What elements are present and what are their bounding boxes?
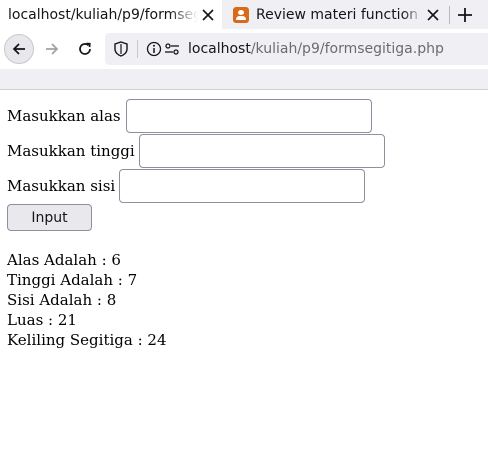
reload-button[interactable] [70, 34, 100, 64]
tab-review-materi[interactable]: Review materi function dan prosedur [223, 0, 447, 29]
result-tinggi: Tinggi Adalah : 7 [7, 271, 138, 289]
tinggi-label: Masukkan tinggi [7, 142, 135, 160]
arrow-right-icon [46, 43, 59, 55]
alas-label: Masukkan alas [7, 107, 121, 125]
address-bar[interactable]: localhost/kuliah/p9/formsegitiga.php [105, 33, 488, 65]
plus-icon [458, 8, 472, 22]
url-text[interactable]: localhost/kuliah/p9/formsegitiga.php [188, 41, 444, 57]
tinggi-row: Masukkan tinggi [7, 134, 477, 168]
tab-formsegitiga[interactable]: localhost/kuliah/p9/formsegitiga.php [0, 0, 222, 29]
result-alas: Alas Adalah : 6 [7, 251, 121, 269]
back-button[interactable] [4, 34, 34, 64]
sisi-input[interactable] [119, 169, 366, 203]
result-keliling: Keliling Segitiga : 24 [7, 331, 167, 349]
url-divider [137, 40, 138, 58]
new-tab-button[interactable] [452, 2, 478, 28]
tab-title: localhost/kuliah/p9/formsegitiga.php [8, 6, 198, 23]
alas-row: Masukkan alas [7, 99, 477, 133]
shield-icon[interactable] [113, 41, 129, 57]
url-path: /kuliah/p9/formsegitiga.php [250, 41, 444, 57]
tab-strip: localhost/kuliah/p9/formsegitiga.php Rev… [0, 0, 488, 29]
sisi-label: Masukkan sisi [7, 177, 116, 195]
tinggi-input[interactable] [138, 134, 385, 168]
input-button[interactable]: Input [7, 204, 92, 231]
close-icon[interactable] [198, 5, 218, 25]
results-block: Alas Adalah : 6 Tinggi Adalah : 7 Sisi A… [7, 250, 477, 350]
url-host: localhost [188, 41, 251, 57]
tab-title: Review materi function dan prosedur [256, 6, 423, 23]
result-luas: Luas : 21 [7, 311, 77, 329]
alas-input[interactable] [125, 99, 372, 133]
close-icon[interactable] [423, 5, 443, 25]
reload-icon [79, 42, 91, 55]
toolbar-gap [0, 69, 488, 90]
permissions-icon[interactable] [164, 41, 180, 57]
favicon-icon [233, 6, 249, 23]
result-sisi: Sisi Adalah : 8 [7, 291, 117, 309]
sisi-row: Masukkan sisi [7, 169, 477, 203]
page-content: Masukkan alas Masukkan tinggi Masukkan s… [7, 91, 477, 350]
info-icon[interactable] [146, 41, 162, 57]
forward-button[interactable] [37, 34, 67, 64]
tab-divider [449, 6, 450, 24]
arrow-left-icon [12, 43, 25, 55]
navigation-bar: localhost/kuliah/p9/formsegitiga.php [0, 29, 488, 69]
